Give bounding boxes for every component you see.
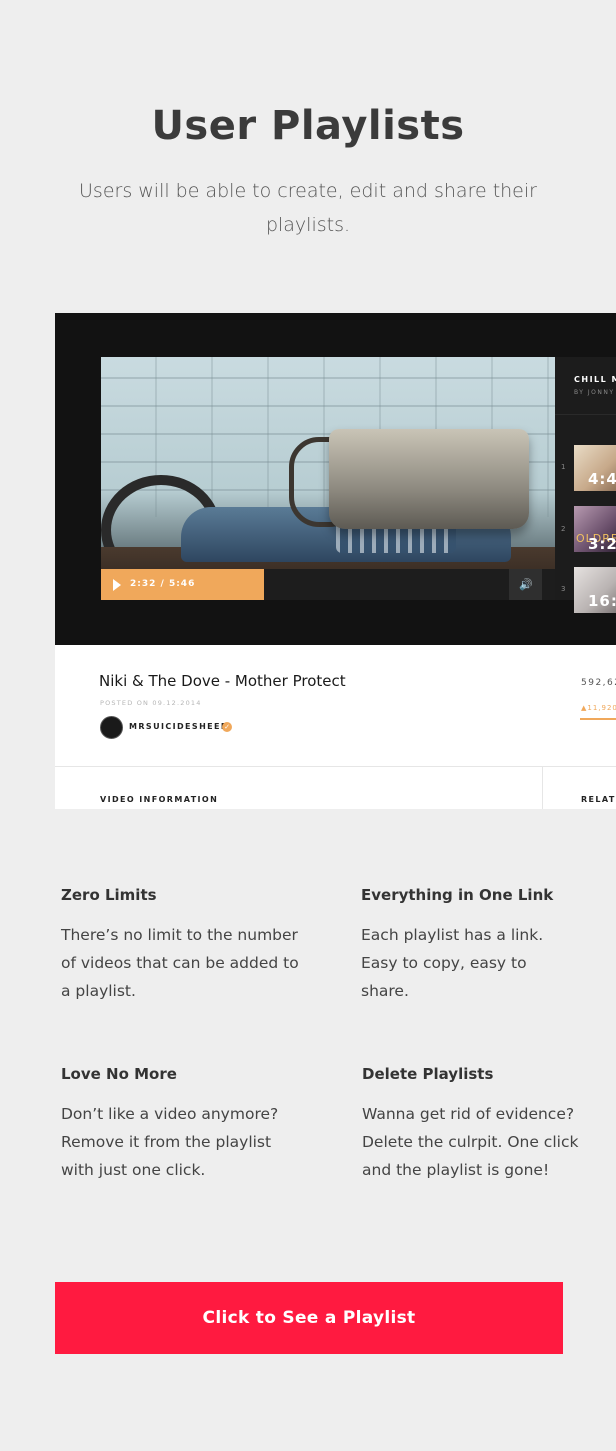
like-count: ▲11,920 (581, 704, 616, 712)
channel-name[interactable]: MRSUICIDESHEEP (129, 722, 228, 731)
page-subtitle: Users will be able to create, edit and s… (79, 180, 537, 236)
player-area: 2:32 / 5:46 🔊 CHILL M BY JONNY 1 4:4 2 O… (55, 313, 616, 645)
playlist-sidebar: CHILL M BY JONNY 1 4:4 2 OLDRE 3:2 3 16:… (555, 357, 616, 613)
feature-title: Delete Playlists (362, 1065, 494, 1083)
feature-title: Zero Limits (61, 886, 157, 904)
playlist-mockup: 2:32 / 5:46 🔊 CHILL M BY JONNY 1 4:4 2 O… (55, 313, 616, 809)
video-time: 2:32 / 5:46 (130, 579, 196, 589)
playlist-item-number: 2 (561, 525, 566, 533)
playlist-title: CHILL M (574, 375, 616, 384)
like-count-value: 11,920 (587, 704, 616, 712)
posted-date: POSTED ON 09.12.2014 (100, 699, 202, 707)
page-title: User Playlists (151, 103, 465, 149)
feature-body: There’s no limit to the number of videos… (61, 926, 299, 1000)
feature-title: Everything in One Link (361, 886, 554, 904)
see-playlist-button[interactable]: Click to See a Playlist (55, 1282, 563, 1354)
playlist-item-number: 1 (561, 463, 566, 471)
video-player[interactable]: 2:32 / 5:46 🔊 (101, 357, 555, 600)
feature-title: Love No More (61, 1065, 177, 1083)
feature-body: Don’t like a video anymore? Remove it fr… (61, 1105, 279, 1179)
feature-body: Each playlist has a link. Easy to copy, … (361, 926, 544, 1000)
column-divider (542, 766, 543, 809)
related-heading: RELATE (581, 795, 616, 804)
play-icon[interactable] (113, 579, 121, 591)
channel-avatar[interactable] (100, 716, 123, 739)
playlist-item-thumb[interactable]: OLDRE 3:2 (574, 506, 616, 552)
volume-icon: 🔊 (519, 578, 533, 591)
video-info-panel: Niki & The Dove - Mother Protect POSTED … (55, 645, 616, 809)
video-frame-pouch (329, 429, 529, 529)
playlist-item-duration: 16:2 (588, 592, 616, 610)
playlist-item-duration: 3:2 (588, 535, 616, 552)
playlist-item-duration: 4:4 (588, 470, 616, 488)
video-progress-bar[interactable]: 2:32 / 5:46 (101, 569, 264, 600)
video-information-heading: VIDEO INFORMATION (100, 795, 219, 804)
verified-icon: ✓ (222, 722, 232, 732)
playlist-divider (555, 414, 616, 415)
playlist-item-thumb[interactable]: 16:2 (574, 567, 616, 613)
info-divider (55, 766, 616, 767)
video-title: Niki & The Dove - Mother Protect (99, 672, 346, 690)
video-control-bar: 2:32 / 5:46 🔊 (101, 569, 555, 600)
playlist-item-number: 3 (561, 585, 566, 593)
feature-body: Wanna get rid of evidence? Delete the cu… (362, 1105, 579, 1179)
like-bar (580, 718, 616, 720)
playlist-item-thumb[interactable]: 4:4 (574, 445, 616, 491)
volume-button[interactable]: 🔊 (509, 569, 542, 600)
playlist-author: BY JONNY (574, 389, 615, 396)
view-count: 592,62 (581, 678, 616, 688)
